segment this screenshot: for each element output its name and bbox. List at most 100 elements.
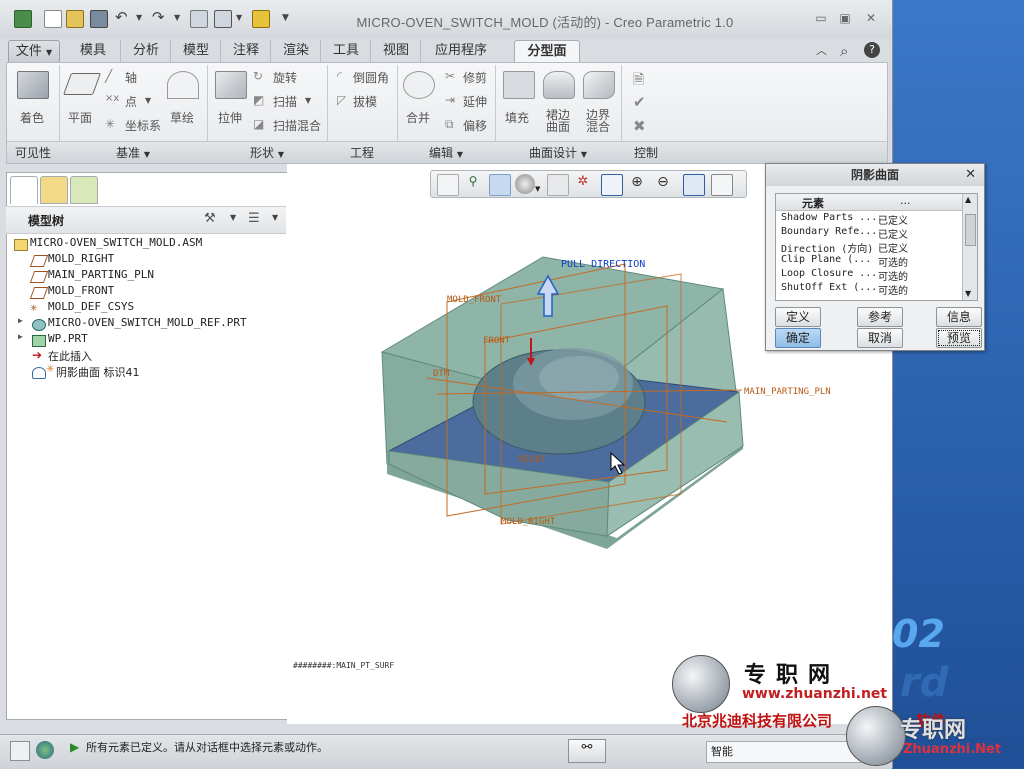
revolve-icon[interactable]: ↻ xyxy=(253,69,263,83)
extrude-label[interactable]: 拉伸 xyxy=(213,109,247,126)
tree-item-mold-def-csys[interactable]: ✳ MOLD_DEF_CSYS xyxy=(30,300,134,316)
folder-browser-tab-icon[interactable] xyxy=(40,176,68,204)
spin-center-icon[interactable]: ✲ xyxy=(573,174,593,194)
csys-icon[interactable]: ✳ xyxy=(105,117,115,131)
zoom-out-icon[interactable]: ⊖ xyxy=(653,174,673,194)
tree-show-icon[interactable]: ☰ xyxy=(248,211,260,226)
info-button[interactable]: 信息 xyxy=(936,307,982,327)
preview-button[interactable]: 预览 xyxy=(936,328,982,348)
list-item[interactable]: Loop Closure ... 可选的 xyxy=(781,268,908,283)
undo-icon[interactable]: ↶ xyxy=(115,10,131,26)
save-icon[interactable] xyxy=(90,10,108,28)
browser-toggle-icon[interactable] xyxy=(36,741,54,759)
tree-item-insert-here[interactable]: ➔ 在此插入 xyxy=(30,348,92,364)
group-datum[interactable]: 基准 ▼ xyxy=(59,144,207,162)
windows-icon[interactable] xyxy=(214,10,232,28)
tab-render[interactable]: 渲染 xyxy=(270,40,321,62)
group-surface-design[interactable]: 曲面设计 ▼ xyxy=(495,144,621,162)
plane-icon[interactable] xyxy=(62,73,102,95)
new-file-icon[interactable] xyxy=(44,10,62,28)
tab-tools[interactable]: 工具 xyxy=(320,40,371,62)
tree-item-mold-right[interactable]: MOLD_RIGHT xyxy=(29,252,114,268)
maximize-button[interactable]: ▣ xyxy=(836,11,854,25)
model-tree-tab-icon[interactable] xyxy=(10,176,38,204)
axis-icon[interactable]: ╱ xyxy=(105,69,112,83)
boundary-blend-label[interactable]: 边界 混合 xyxy=(579,109,617,133)
datum-display-icon[interactable]: ⚲ xyxy=(463,174,483,194)
minimize-button[interactable]: ▭ xyxy=(812,11,830,25)
offset-label[interactable]: 偏移 xyxy=(463,117,487,134)
fill-label[interactable]: 填充 xyxy=(501,109,533,126)
list-item[interactable]: Direction (方向) 已定义 xyxy=(781,240,908,255)
cancel-x-icon[interactable]: ✖ xyxy=(633,117,646,135)
close-button[interactable]: ✕ xyxy=(862,11,880,25)
favorites-tab-icon[interactable] xyxy=(70,176,98,204)
list-item[interactable]: Shadow Parts ... 已定义 xyxy=(781,212,908,227)
repaint-icon[interactable] xyxy=(711,174,733,196)
sweep-label[interactable]: 扫描 xyxy=(273,93,297,110)
list-item[interactable]: Boundary Refe... 已定义 xyxy=(781,226,908,241)
saved-views-icon[interactable] xyxy=(437,174,459,196)
tab-annotate[interactable]: 注释 xyxy=(220,40,271,62)
fill-icon[interactable] xyxy=(503,71,535,99)
csys-label[interactable]: 坐标系 xyxy=(125,117,161,134)
expand-arrow-icon[interactable]: ▶ xyxy=(18,316,23,325)
tab-file[interactable]: 文件 ▼ xyxy=(8,40,60,64)
tree-show-dropdown-icon[interactable]: ▼ xyxy=(272,213,278,222)
tree-item-shadow-surface[interactable]: ✳ 阴影曲面 标识41 xyxy=(30,364,140,380)
display-style-dropdown-icon[interactable]: ▼ xyxy=(535,174,543,194)
tree-item-mold-front[interactable]: MOLD_FRONT xyxy=(29,284,114,300)
skirt-surface-icon[interactable] xyxy=(543,71,575,99)
list-item[interactable]: Clip Plane (... 可选的 xyxy=(781,254,908,269)
scroll-thumb[interactable] xyxy=(965,214,976,246)
tree-item-main-parting-pln[interactable]: MAIN_PARTING_PLN xyxy=(29,268,154,284)
extrude-icon[interactable] xyxy=(215,71,247,99)
trim-icon[interactable]: ✂ xyxy=(445,69,455,83)
swept-blend-icon[interactable]: ◪ xyxy=(253,117,264,131)
selection-filter-icon[interactable]: ⚯ xyxy=(568,739,606,763)
appearance-icon[interactable] xyxy=(547,174,569,196)
navigator-toggle-icon[interactable] xyxy=(10,741,30,761)
customize-quick-access-icon[interactable]: ▼ xyxy=(282,10,292,26)
point-label[interactable]: 点 xyxy=(125,93,137,110)
sweep-dropdown-icon[interactable]: ▼ xyxy=(305,96,311,105)
help-icon[interactable]: ? xyxy=(864,42,880,58)
merge-icon[interactable] xyxy=(403,71,435,99)
skirt-surface-label[interactable]: 裙边 曲面 xyxy=(539,109,577,133)
tree-settings-icon[interactable]: ⚒ xyxy=(204,211,216,226)
redo-icon[interactable]: ↷ xyxy=(152,10,168,26)
cancel-button[interactable]: 取消 xyxy=(857,328,903,348)
properties-icon[interactable]: 🗎 xyxy=(633,69,644,93)
tab-analysis[interactable]: 分析 xyxy=(120,40,171,62)
redo-dropdown-icon[interactable]: ▼ xyxy=(174,10,182,26)
round-label[interactable]: 倒圆角 xyxy=(353,69,389,86)
sketch-icon[interactable] xyxy=(167,71,199,99)
annotation-display-icon[interactable] xyxy=(489,174,511,196)
tab-view[interactable]: 视图 xyxy=(370,40,421,62)
refs-button[interactable]: 参考 xyxy=(857,307,903,327)
regenerate-icon[interactable] xyxy=(190,10,208,28)
sweep-icon[interactable]: ◩ xyxy=(253,93,264,107)
close-icon[interactable]: ✕ xyxy=(965,167,976,182)
search-icon[interactable]: ⌕ xyxy=(840,42,848,60)
list-item[interactable]: ShutOff Ext (... 可选的 xyxy=(781,282,908,297)
tab-applications[interactable]: 应用程序 xyxy=(420,40,501,62)
point-icon[interactable]: ×x xyxy=(105,93,119,104)
windows-dropdown-icon[interactable]: ▼ xyxy=(236,10,244,26)
shade-label[interactable]: 着色 xyxy=(17,109,47,126)
tree-item-ref-part[interactable]: ▶ MICRO-OVEN_SWITCH_MOLD_REF.PRT xyxy=(16,316,247,332)
tree-item-assembly[interactable]: MICRO-OVEN_SWITCH_MOLD.ASM xyxy=(12,236,202,252)
draft-label[interactable]: 拔模 xyxy=(353,93,377,110)
axis-label[interactable]: 轴 xyxy=(125,69,137,86)
expand-arrow-icon[interactable]: ▶ xyxy=(18,332,23,341)
undo-dropdown-icon[interactable]: ▼ xyxy=(136,10,144,26)
list-scrollbar[interactable]: ▲ ▼ xyxy=(962,194,977,300)
ok-check-icon[interactable]: ✔ xyxy=(633,93,646,111)
tree-settings-dropdown-icon[interactable]: ▼ xyxy=(230,213,236,222)
group-editing[interactable]: 编辑 ▼ xyxy=(397,144,495,162)
view-manager-icon[interactable] xyxy=(601,174,623,196)
ok-button[interactable]: 确定 xyxy=(775,328,821,348)
open-folder-icon[interactable] xyxy=(66,10,84,28)
tree-item-wp-part[interactable]: ▶ WP.PRT xyxy=(16,332,88,348)
element-list[interactable]: 元素 ... Shadow Parts ... 已定义 Boundary Refe… xyxy=(775,193,978,301)
